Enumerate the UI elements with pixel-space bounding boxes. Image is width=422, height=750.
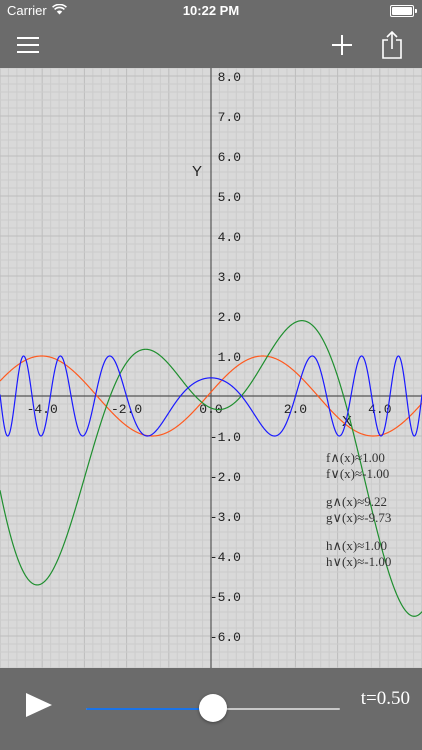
add-button[interactable] <box>320 22 364 68</box>
y-tick-label: 6.0 <box>218 150 241 165</box>
status-bar: Carrier 10:22 PM <box>0 0 422 22</box>
legend-g-max: g∧(x)≈9.22 <box>326 494 388 509</box>
y-tick-label: 7.0 <box>218 110 241 125</box>
legend-g-min: g∨(x)≈-9.73 <box>326 510 392 525</box>
y-tick-label: -4.0 <box>210 550 241 565</box>
time-slider[interactable] <box>86 694 340 722</box>
y-tick-label: 1.0 <box>218 350 241 365</box>
play-button[interactable] <box>24 686 60 726</box>
y-tick-label: 3.0 <box>218 270 241 285</box>
y-tick-label: -5.0 <box>210 590 241 605</box>
legend-h-min: h∨(x)≈-1.00 <box>326 554 392 569</box>
share-icon <box>382 31 402 59</box>
x-tick-label: -4.0 <box>27 402 58 417</box>
battery-icon <box>390 5 417 17</box>
navigation-bar <box>0 22 422 68</box>
y-axis-label: Y <box>192 163 202 180</box>
legend-f-min: f∨(x)≈-1.00 <box>326 466 390 481</box>
y-tick-label: -6.0 <box>210 630 241 645</box>
screen: Carrier 10:22 PM -4.0 -2.0 0.0 2.0 4.0 8… <box>0 0 422 750</box>
y-tick-label: 4.0 <box>218 230 241 245</box>
y-tick-label: 8.0 <box>218 70 241 85</box>
graph-canvas[interactable]: -4.0 -2.0 0.0 2.0 4.08.07.06.05.04.03.02.01.… <box>0 68 422 668</box>
share-button[interactable] <box>370 22 414 68</box>
plus-icon <box>332 35 352 55</box>
x-tick-label: 2.0 <box>284 402 307 417</box>
legend-f-max: f∧(x)≈1.00 <box>326 450 385 465</box>
hamburger-menu-icon <box>17 37 39 53</box>
slider-thumb[interactable] <box>199 694 227 722</box>
status-time: 10:22 PM <box>182 3 240 18</box>
extrema-legend: f∧(x)≈1.00 f∨(x)≈-1.00 g∧(x)≈9.22 g∨(x)≈… <box>326 450 391 570</box>
y-tick-label: -2.0 <box>210 470 241 485</box>
graph-area[interactable]: -4.0 -2.0 0.0 2.0 4.0 8.0 7.0 6.0 5.0 4.0 3.0 2.0 1.… <box>0 68 422 668</box>
y-tick-label: 5.0 <box>218 190 241 205</box>
legend-h-max: h∧(x)≈1.00 <box>326 538 388 553</box>
x-tick-label: -2.0 <box>111 402 142 417</box>
y-tick-label: -1.0 <box>210 430 241 445</box>
menu-button[interactable] <box>6 22 50 68</box>
playback-bar: t=0.50 <box>0 668 422 750</box>
y-tick-label: -3.0 <box>210 510 241 525</box>
y-tick-label: 2.0 <box>218 310 241 325</box>
time-value-label: t=0.50 <box>360 688 410 709</box>
slider-fill <box>86 708 213 710</box>
play-icon <box>26 693 52 717</box>
